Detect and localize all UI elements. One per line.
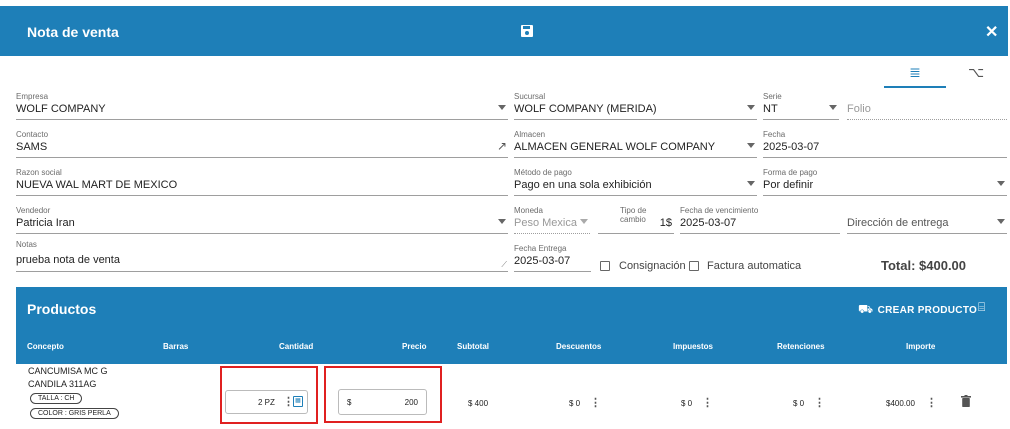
forma-pago-field[interactable]: Forma de pago Por definir <box>763 168 1007 196</box>
crear-producto-button[interactable]: ⛟ CREAR PRODUCTO <box>858 300 977 316</box>
trash-icon[interactable] <box>961 395 971 407</box>
chevron-down-icon[interactable] <box>747 143 755 148</box>
col-descuentos: Descuentos <box>556 342 602 351</box>
price-input[interactable]: $ 200 <box>338 389 427 415</box>
barcode-scan-icon[interactable]: ⌸ <box>978 300 985 315</box>
retenciones-cell: $ 0 <box>793 399 805 408</box>
col-impuestos: Impuestos <box>673 342 714 351</box>
more-vert-icon[interactable]: ⋮ <box>283 395 294 408</box>
col-subtotal: Subtotal <box>457 342 489 351</box>
col-importe: Importe <box>906 342 936 351</box>
chevron-down-icon[interactable] <box>829 105 837 110</box>
vendedor-field[interactable]: Vendedor Patricia Iran <box>16 206 508 234</box>
chevron-down-icon[interactable] <box>747 181 755 186</box>
talla-chip: TALLA : CH <box>30 393 83 404</box>
importe-cell: $400.00 <box>886 399 915 408</box>
color-chip: COLOR : GRIS PERLA <box>30 408 119 419</box>
metodo-pago-field[interactable]: Método de pago Pago en una sola exhibici… <box>514 168 757 196</box>
chevron-down-icon[interactable] <box>747 105 755 110</box>
descuentos-cell: $ 0 <box>569 399 581 408</box>
tab-list-view[interactable]: ≣ <box>884 62 946 88</box>
serie-field[interactable]: Serie NT <box>763 92 839 120</box>
almacen-field[interactable]: Almacen ALMACEN GENERAL WOLF COMPANY <box>514 130 757 158</box>
quantity-input[interactable]: 2 PZ ⋮ ▦ <box>225 390 308 414</box>
contacto-field[interactable]: Contacto SAMS ↗ <box>16 130 508 158</box>
dialog-title: Nota de venta <box>27 24 119 40</box>
razon-social-field[interactable]: Razon social NUEVA WAL MART DE MEXICO <box>16 168 508 196</box>
branch-icon: ⌥ <box>968 64 985 80</box>
more-vert-icon[interactable]: ⋮ <box>590 396 601 409</box>
empresa-field[interactable]: Empresa WOLF COMPANY <box>16 92 508 120</box>
fecha-entrega-field[interactable]: Fecha Entrega 2025-03-07 <box>514 244 591 272</box>
moneda-field: Moneda Peso Mexica <box>514 206 590 234</box>
productos-title: Productos <box>27 301 97 317</box>
productos-header: Productos ⛟ CREAR PRODUCTO ⌸ Concepto Ba… <box>16 287 1007 364</box>
total-label: Total: $400.00 <box>881 258 967 273</box>
tipo-cambio-field[interactable]: Tipo de cambio 1$ <box>598 206 674 234</box>
consignacion-checkbox[interactable] <box>600 261 610 271</box>
chevron-down-icon[interactable] <box>997 181 1005 186</box>
factura-automatica-checkbox[interactable] <box>689 261 699 271</box>
concepto-cell: CANCUMISA MC G CANDILA 311AG <box>28 366 108 389</box>
col-precio: Precio <box>402 342 427 351</box>
direccion-entrega-field[interactable]: Dirección de entrega <box>847 206 1007 234</box>
dialog-header: Nota de venta ✕ <box>0 6 1008 56</box>
col-concepto: Concepto <box>27 342 64 351</box>
impuestos-cell: $ 0 <box>681 399 693 408</box>
factura-automatica-label: Factura automatica <box>707 260 802 272</box>
close-icon[interactable]: ✕ <box>985 22 998 42</box>
list-icon: ≣ <box>909 64 921 80</box>
table-row: CANCUMISA MC G CANDILA 311AG TALLA : CH … <box>16 364 1007 429</box>
sucursal-field[interactable]: Sucursal WOLF COMPANY (MERIDA) <box>514 92 757 120</box>
fecha-vencimiento-field[interactable]: Fecha de vencimiento 2025-03-07 <box>680 206 840 234</box>
col-barras: Barras <box>163 342 189 351</box>
view-tabs: ≣ ⌥ <box>0 62 1010 90</box>
notas-field[interactable]: Notas prueba nota de venta ⟋ <box>16 240 508 272</box>
add-product-icon: ⛟ <box>858 302 874 316</box>
col-cantidad: Cantidad <box>279 342 314 351</box>
folio-field[interactable]: Folio <box>847 92 1007 120</box>
chevron-down-icon[interactable] <box>997 219 1005 224</box>
unit-calculator-icon[interactable]: ▦ <box>293 396 303 407</box>
chevron-down-icon[interactable] <box>498 219 506 224</box>
tab-alt-view[interactable]: ⌥ <box>968 64 984 81</box>
resize-handle-icon[interactable]: ⟋ <box>501 260 507 270</box>
subtotal-cell: $ 400 <box>468 399 489 408</box>
chevron-down-icon <box>580 219 588 224</box>
more-vert-icon[interactable]: ⋮ <box>702 396 713 409</box>
col-retenciones: Retenciones <box>777 342 825 351</box>
more-vert-icon[interactable]: ⋮ <box>814 396 825 409</box>
consignacion-label: Consignación <box>619 260 686 272</box>
chevron-down-icon[interactable] <box>498 105 506 110</box>
fecha-field[interactable]: Fecha 2025-03-07 <box>763 130 1007 158</box>
save-icon[interactable] <box>520 24 534 38</box>
open-external-icon[interactable]: ↗ <box>497 139 507 153</box>
more-vert-icon[interactable]: ⋮ <box>926 396 937 409</box>
